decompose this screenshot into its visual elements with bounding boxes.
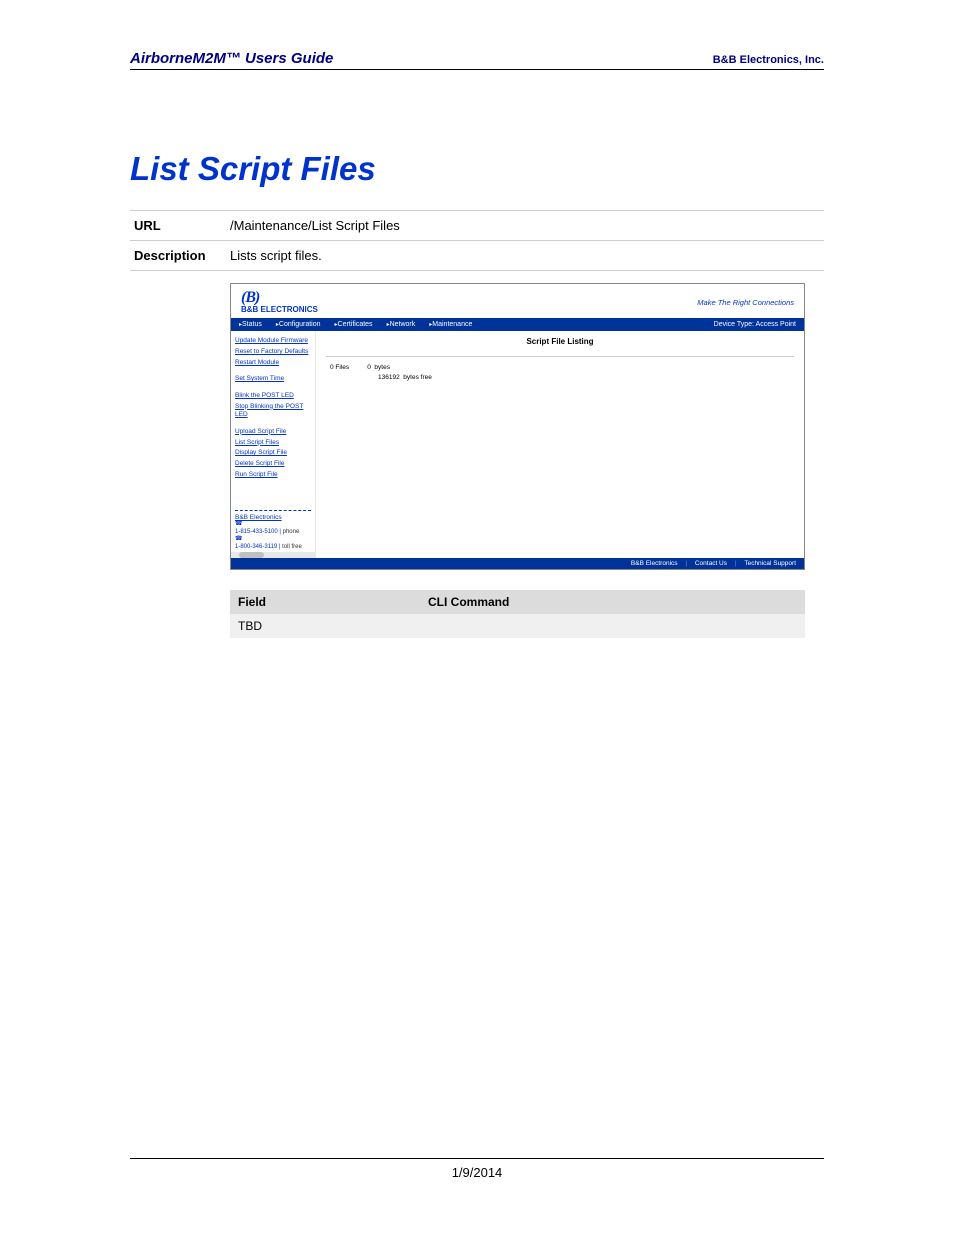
stats-line-free: 136192 bytes free bbox=[330, 373, 794, 383]
sidebar-item-blink-post-led[interactable]: Blink the POST LED bbox=[235, 392, 311, 400]
sidebar-phone2-label: toll free bbox=[282, 544, 302, 550]
screenshot-body: Update Module Firmware Reset to Factory … bbox=[231, 331, 804, 558]
footer-separator: | bbox=[685, 560, 687, 567]
command-cell-field: TBD bbox=[230, 614, 420, 638]
sidebar-item-update-firmware[interactable]: Update Module Firmware bbox=[235, 337, 311, 345]
meta-row-description: Description Lists script files. bbox=[130, 240, 824, 271]
sidebar-item-upload-script[interactable]: Upload Script File bbox=[235, 428, 311, 436]
sidebar-group-module: Update Module Firmware Reset to Factory … bbox=[235, 337, 311, 367]
meta-row-url: URL /Maintenance/List Script Files bbox=[130, 210, 824, 240]
sidebar-item-list-script[interactable]: List Script Files bbox=[235, 439, 311, 447]
stats-line-files: 0 Files 0 bytes bbox=[330, 363, 794, 373]
tagline: Make The Right Connections bbox=[697, 298, 794, 307]
logo: (B) B&B ELECTRONICS bbox=[241, 290, 318, 314]
header-left-title: AirborneM2M™ Users Guide bbox=[130, 50, 333, 67]
sidebar-item-set-system-time[interactable]: Set System Time bbox=[235, 375, 311, 383]
command-table-header-field: Field bbox=[230, 590, 420, 614]
footer-link-company[interactable]: B&B Electronics bbox=[631, 560, 678, 567]
main-panel-divider bbox=[326, 356, 794, 357]
device-type-label: Device Type: Access Point bbox=[714, 321, 796, 328]
tab-configuration[interactable]: Configuration bbox=[276, 321, 321, 328]
tab-bar: Status Configuration Certificates Networ… bbox=[231, 318, 804, 331]
sidebar-phone1-number: 1-815-433-5100 | bbox=[235, 529, 281, 535]
footer-link-support[interactable]: Technical Support bbox=[744, 560, 796, 567]
tab-status[interactable]: Status bbox=[239, 321, 262, 328]
command-table-header-row: Field CLI Command bbox=[230, 590, 805, 614]
sidebar-phone2: 1-800-346-3119 | toll free bbox=[235, 544, 311, 552]
sidebar-phone1: 1-815-433-5100 | phone bbox=[235, 529, 311, 537]
tab-certificates[interactable]: Certificates bbox=[335, 321, 373, 328]
scrollbar-thumb[interactable] bbox=[239, 552, 264, 558]
tab-network[interactable]: Network bbox=[387, 321, 416, 328]
tab-maintenance[interactable]: Maintenance bbox=[429, 321, 472, 328]
document-date: 1/9/2014 bbox=[130, 1165, 824, 1180]
sidebar-item-delete-script[interactable]: Delete Script File bbox=[235, 460, 311, 468]
logo-b-icon: (B) bbox=[241, 290, 318, 306]
sidebar-phone2-number: 1-800-346-3119 | bbox=[235, 544, 280, 550]
footer-link-contact[interactable]: Contact Us bbox=[695, 560, 727, 567]
sidebar-item-stop-blink-post-led[interactable]: Stop Blinking the POST LED bbox=[235, 403, 311, 420]
document-footer: 1/9/2014 bbox=[0, 1158, 954, 1180]
logo-text: B&B ELECTRONICS bbox=[241, 306, 318, 314]
command-cell-cli bbox=[420, 614, 805, 638]
sidebar-group-script: Upload Script File List Script Files Dis… bbox=[235, 428, 311, 480]
sidebar-group-time: Set System Time bbox=[235, 375, 311, 383]
sidebar-item-reset-defaults[interactable]: Reset to Factory Defaults bbox=[235, 348, 311, 356]
sidebar-phone-icon: ☎ bbox=[235, 521, 311, 529]
sidebar-item-restart-module[interactable]: Restart Module bbox=[235, 359, 311, 367]
meta-label-url: URL bbox=[130, 218, 230, 233]
sidebar-phone1-label: phone bbox=[283, 529, 300, 535]
footer-separator: | bbox=[735, 560, 737, 567]
meta-value-url: /Maintenance/List Script Files bbox=[230, 218, 824, 233]
sidebar-scrollbar[interactable] bbox=[231, 552, 315, 558]
sidebar-group-led: Blink the POST LED Stop Blinking the POS… bbox=[235, 392, 311, 420]
sidebar: Update Module Firmware Reset to Factory … bbox=[231, 331, 316, 558]
sidebar-item-display-script[interactable]: Display Script File bbox=[235, 449, 311, 457]
main-panel-title: Script File Listing bbox=[326, 337, 794, 346]
footer-rule bbox=[130, 1158, 824, 1159]
screenshot-footer: B&B Electronics | Contact Us | Technical… bbox=[231, 558, 804, 569]
meta-table: URL /Maintenance/List Script Files Descr… bbox=[130, 210, 824, 271]
screenshot-header: (B) B&B ELECTRONICS Make The Right Conne… bbox=[231, 284, 804, 318]
sidebar-item-run-script[interactable]: Run Script File bbox=[235, 471, 311, 479]
script-stats: 0 Files 0 bytes 136192 bytes free bbox=[326, 363, 794, 383]
command-table-row: TBD bbox=[230, 614, 805, 638]
main-panel: Script File Listing 0 Files 0 bytes 1361… bbox=[316, 331, 804, 558]
document-header: AirborneM2M™ Users Guide B&B Electronics… bbox=[130, 50, 824, 70]
command-table: Field CLI Command TBD bbox=[230, 590, 805, 638]
meta-value-description: Lists script files. bbox=[230, 248, 824, 263]
sidebar-divider bbox=[235, 510, 311, 511]
meta-label-description: Description bbox=[130, 248, 230, 263]
command-table-header-cli: CLI Command bbox=[420, 590, 805, 614]
sidebar-phone2-icon: ☎ bbox=[235, 536, 311, 544]
sidebar-footer-company[interactable]: B&B Electronics bbox=[235, 514, 311, 521]
page-title: List Script Files bbox=[130, 150, 824, 188]
header-right-company: B&B Electronics, Inc. bbox=[713, 54, 824, 66]
embedded-screenshot: (B) B&B ELECTRONICS Make The Right Conne… bbox=[230, 283, 805, 570]
